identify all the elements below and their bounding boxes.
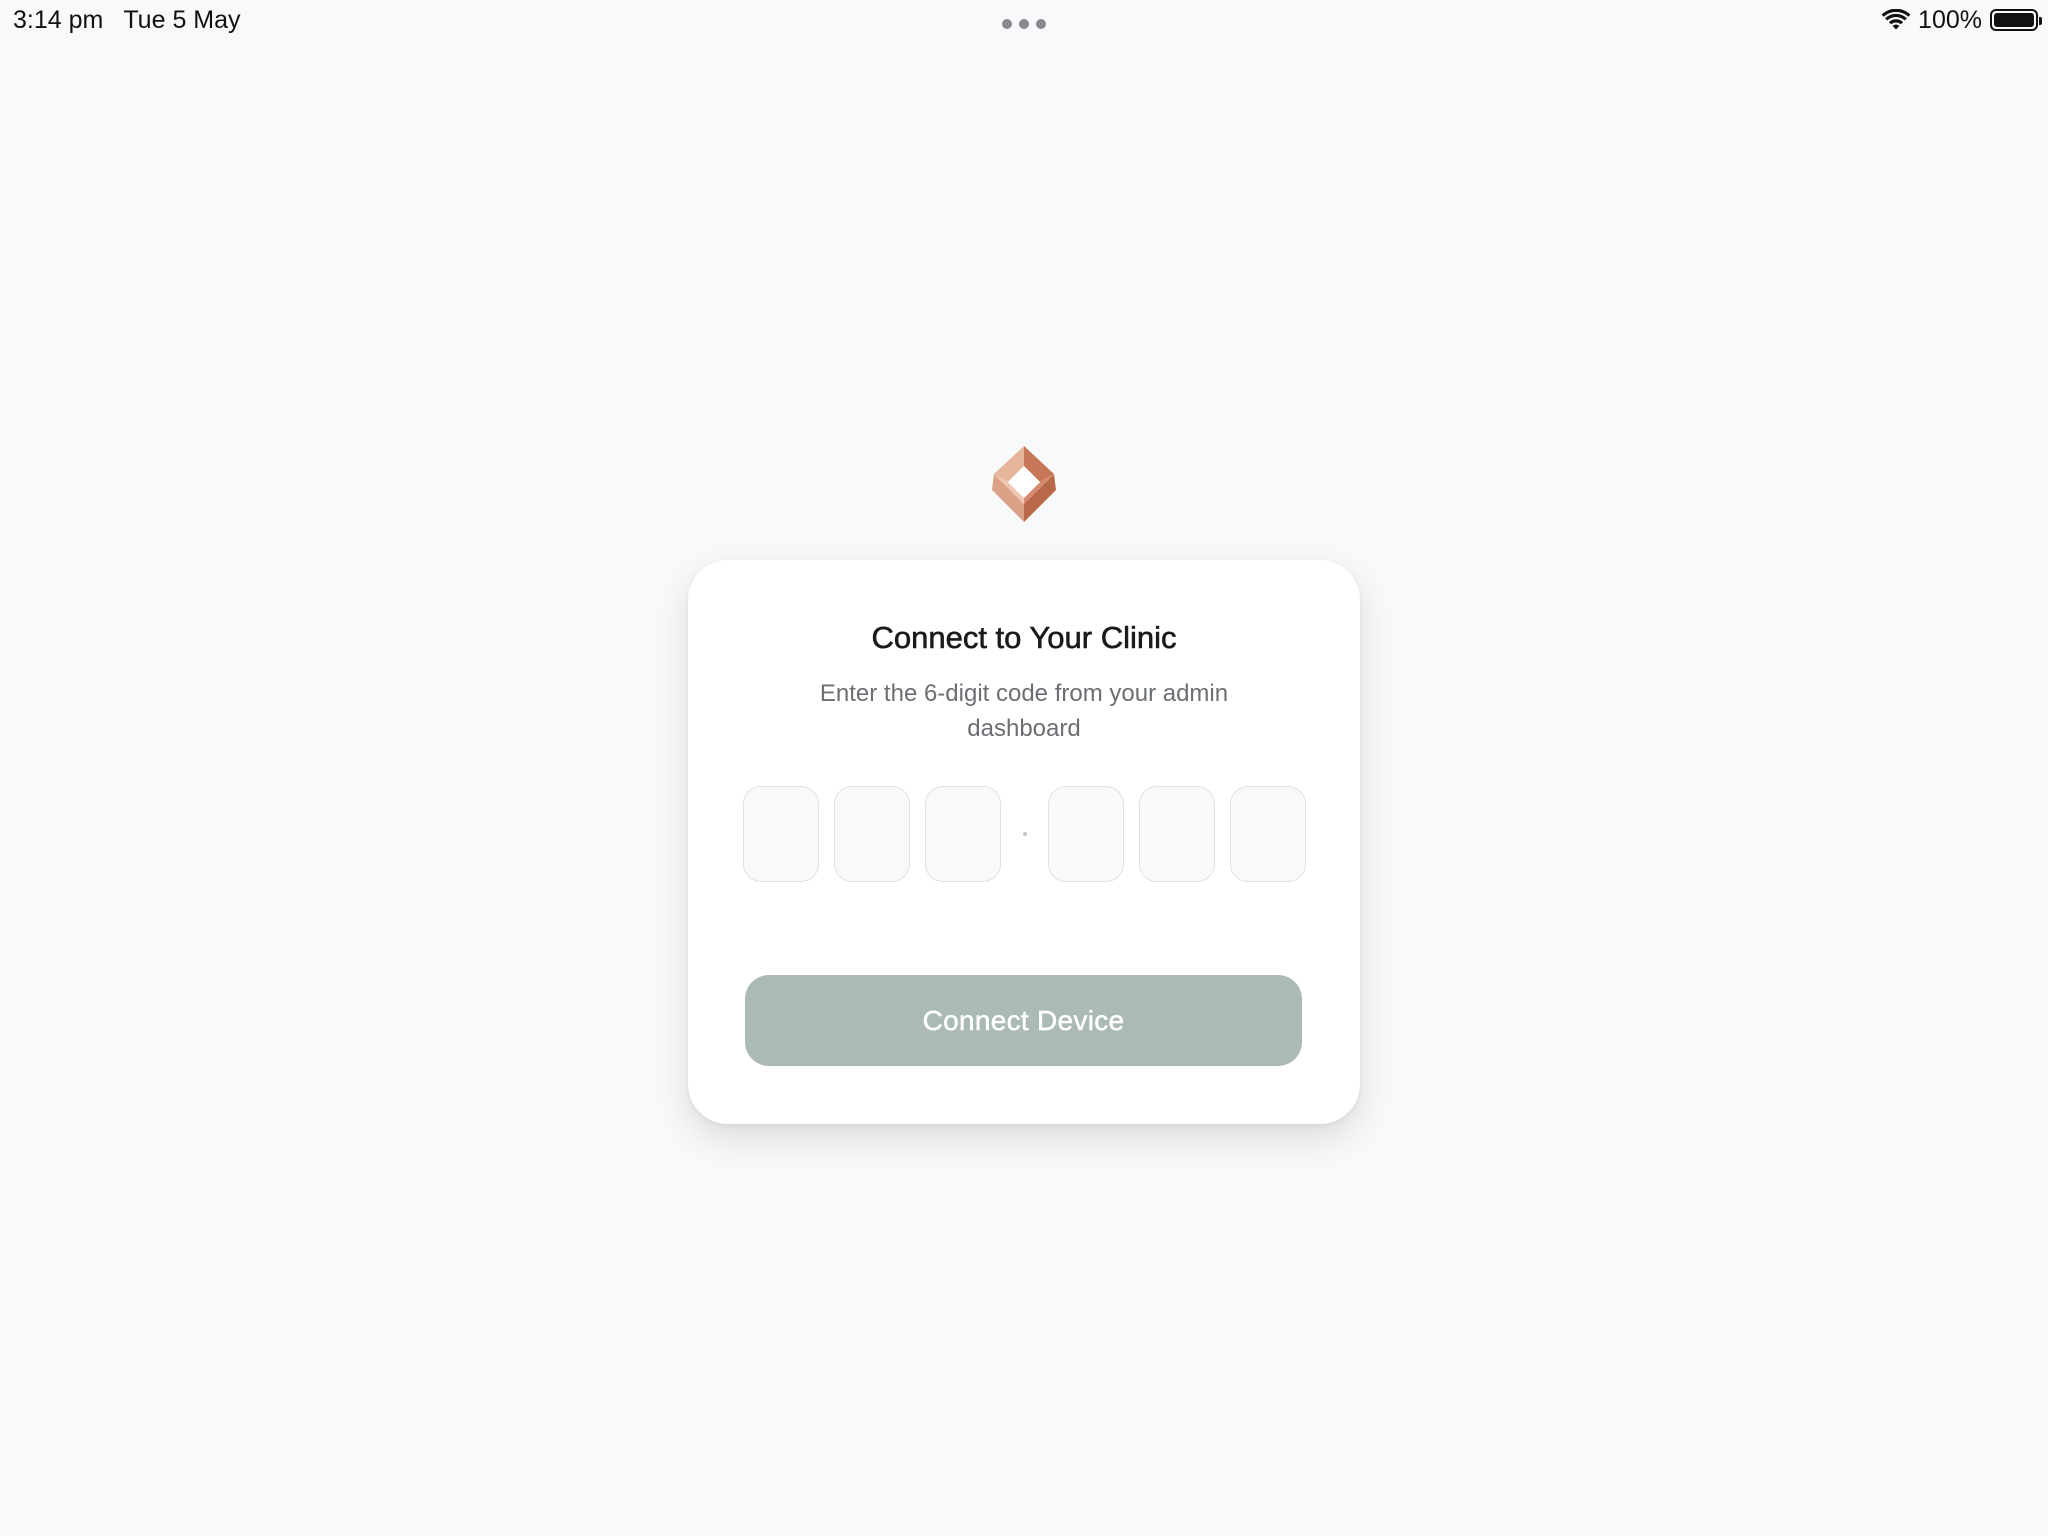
battery-icon bbox=[1990, 9, 2042, 31]
card-title: Connect to Your Clinic bbox=[871, 620, 1177, 656]
multitask-dot bbox=[1036, 19, 1046, 29]
card-subtitle: Enter the 6-digit code from your admin d… bbox=[819, 680, 1229, 742]
status-time-date: 3:14 pm Tue 5 May bbox=[13, 4, 241, 36]
code-digit-5[interactable] bbox=[1139, 786, 1215, 882]
status-time: 3:14 pm bbox=[13, 6, 104, 34]
status-indicators: 100% bbox=[1882, 4, 2042, 36]
clinic-logo-icon bbox=[988, 444, 1060, 524]
wifi-icon bbox=[1882, 9, 1911, 31]
code-digit-1[interactable] bbox=[743, 786, 819, 882]
status-bar: 3:14 pm Tue 5 May 100% bbox=[0, 0, 2048, 44]
battery-fill bbox=[1994, 13, 2034, 27]
multitasking-dots-icon[interactable] bbox=[1002, 19, 1046, 29]
code-digit-2[interactable] bbox=[834, 786, 910, 882]
connect-card: Connect to Your Clinic Enter the 6-digit… bbox=[688, 560, 1360, 1124]
code-digit-4[interactable] bbox=[1048, 786, 1124, 882]
code-digit-6[interactable] bbox=[1230, 786, 1306, 882]
connect-device-button[interactable]: Connect Device bbox=[745, 975, 1302, 1066]
code-separator bbox=[1023, 832, 1027, 836]
status-date: Tue 5 May bbox=[123, 6, 241, 34]
code-digit-3[interactable] bbox=[925, 786, 1001, 882]
multitask-dot bbox=[1002, 19, 1012, 29]
multitask-dot bbox=[1019, 19, 1029, 29]
battery-percent: 100% bbox=[1918, 5, 1982, 34]
code-input-group bbox=[743, 786, 1307, 884]
